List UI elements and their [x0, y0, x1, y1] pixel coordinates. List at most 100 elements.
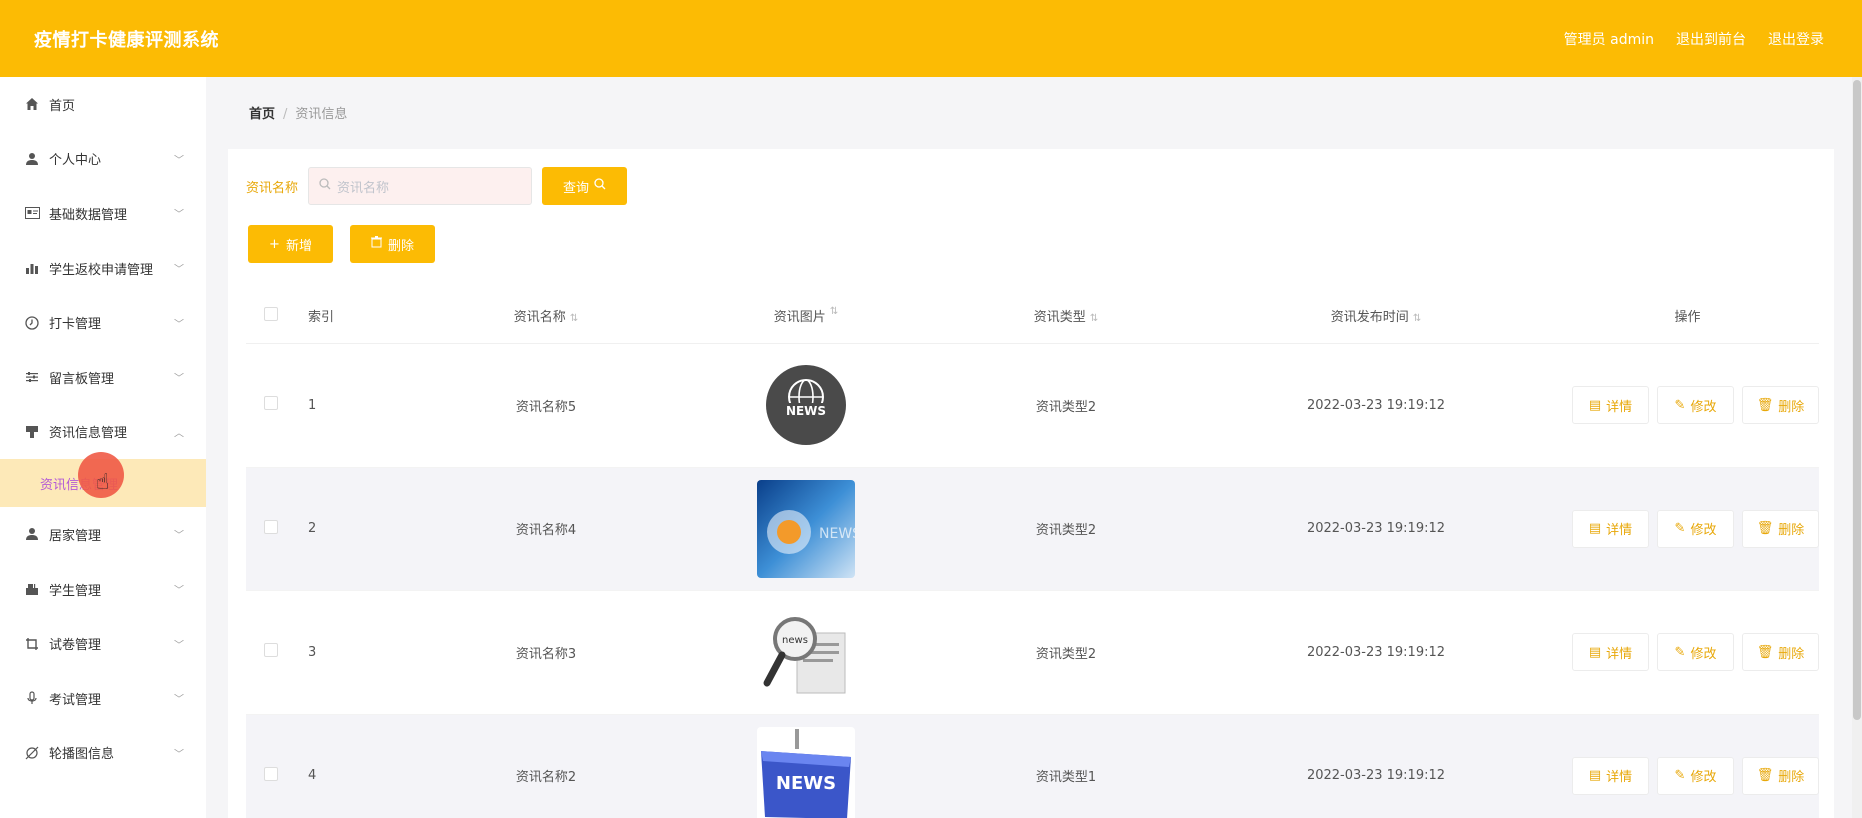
sidebar-item-checkin[interactable]: 打卡管理 ﹀: [0, 295, 206, 350]
sliders-icon: [24, 369, 40, 385]
row-checkbox[interactable]: [264, 643, 278, 658]
news-table: 索引 资讯名称 ⇅ 资讯图片 ⇅ 资讯类型 ⇅ 资讯发布时间 ⇅ 操作 1 资讯名称5 …: [246, 288, 1819, 818]
mailbox-icon: [24, 581, 40, 597]
batch-delete-button[interactable]: 删除: [350, 225, 435, 263]
cell-name: 资讯名称2: [515, 770, 577, 786]
logout-link[interactable]: 退出登录: [1768, 29, 1824, 49]
select-all-checkbox[interactable]: [264, 306, 278, 321]
news-thumbnail[interactable]: NEWS: [757, 726, 855, 818]
sidebar-item-label: 留言板管理: [49, 371, 115, 387]
row-checkbox[interactable]: [264, 519, 278, 534]
back-to-frontend-link[interactable]: 退出到前台: [1676, 29, 1746, 49]
cell-type: 资讯类型1: [1035, 770, 1097, 786]
edit-button[interactable]: ✎ 修改: [1657, 509, 1734, 548]
search-icon: [319, 178, 331, 194]
sidebar-item-personal-center[interactable]: 个人中心 ﹀: [0, 132, 206, 187]
sidebar: 首页 个人中心 ﹀ 基础数据管理 ﹀ 学生返校申请管理 ﹀ 打卡管理 ﹀ 留言板…: [0, 77, 206, 818]
sidebar-item-return-application[interactable]: 学生返校申请管理 ﹀: [0, 241, 206, 296]
cell-name: 资讯名称3: [515, 646, 577, 662]
sort-icon: ⇅: [829, 306, 839, 317]
sort-icon: ⇅: [569, 313, 579, 324]
slash-icon: [24, 745, 40, 761]
news-icon: [24, 424, 40, 440]
cell-time: 2022-03-23 19:19:12: [1306, 644, 1446, 660]
sidebar-item-exam-paper[interactable]: 试卷管理 ﹀: [0, 616, 206, 671]
document-icon: ▤: [1588, 644, 1602, 660]
sidebar-item-student[interactable]: 学生管理 ﹀: [0, 562, 206, 617]
search-button[interactable]: 查询: [542, 167, 628, 205]
svg-text:news: news: [782, 635, 808, 646]
edit-button[interactable]: ✎ 修改: [1657, 386, 1734, 425]
news-thumbnail[interactable]: NEWS: [757, 479, 855, 578]
chevron-down-icon: ﹀: [174, 155, 184, 167]
crop-icon: [24, 636, 40, 652]
news-thumbnail[interactable]: news: [757, 603, 855, 702]
column-header-index: 索引: [308, 310, 335, 325]
scrollbar-thumb[interactable]: [1853, 80, 1861, 720]
header-links: 管理员 admin 退出到前台 退出登录: [1564, 29, 1824, 49]
mic-icon: [24, 690, 40, 706]
hand-cursor-icon: ☝: [96, 470, 110, 495]
table-header: 索引 资讯名称 ⇅ 资讯图片 ⇅ 资讯类型 ⇅ 资讯发布时间 ⇅ 操作: [246, 288, 1819, 344]
sidebar-item-carousel[interactable]: 轮播图信息 ﹀: [0, 726, 206, 781]
sidebar-item-label: 试卷管理: [49, 638, 102, 654]
cell-time: 2022-03-23 19:19:12: [1306, 768, 1446, 784]
cell-name: 资讯名称5: [515, 399, 577, 415]
detail-button[interactable]: ▤ 详情: [1572, 386, 1649, 425]
column-header-actions: 操作: [1674, 310, 1701, 325]
detail-button[interactable]: ▤ 详情: [1572, 509, 1649, 548]
cell-type: 资讯类型2: [1035, 399, 1097, 415]
sidebar-item-message-board[interactable]: 留言板管理 ﹀: [0, 350, 206, 405]
chevron-up-icon: ︿: [174, 428, 184, 440]
clock-icon: [24, 315, 40, 331]
detail-button[interactable]: ▤ 详情: [1572, 756, 1649, 795]
app-title: 疫情打卡健康评测系统: [34, 29, 219, 51]
document-icon: ▤: [1588, 397, 1602, 413]
cell-index: 4: [308, 768, 317, 784]
trash-icon: 🗑: [1756, 397, 1774, 413]
sidebar-item-label: 首页: [49, 98, 76, 114]
chevron-down-icon: ﹀: [174, 530, 184, 542]
breadcrumb-separator: /: [283, 107, 288, 122]
add-button[interactable]: + 新增: [248, 225, 333, 263]
edit-button[interactable]: ✎ 修改: [1657, 756, 1734, 795]
admin-user-link[interactable]: 管理员 admin: [1564, 29, 1654, 49]
table-row: 3 资讯名称3 news 资讯类型2 2022-03-23 19:19:12 ▤…: [246, 591, 1819, 715]
sidebar-item-basic-data[interactable]: 基础数据管理 ﹀: [0, 186, 206, 241]
column-header-name[interactable]: 资讯名称 ⇅: [416, 306, 676, 325]
detail-button[interactable]: ▤ 详情: [1572, 633, 1649, 672]
column-header-type[interactable]: 资讯类型 ⇅: [936, 306, 1196, 325]
delete-button[interactable]: 🗑 删除: [1742, 386, 1819, 425]
column-header-time[interactable]: 资讯发布时间 ⇅: [1196, 306, 1556, 325]
delete-button[interactable]: 🗑 删除: [1742, 756, 1819, 795]
column-header-image[interactable]: 资讯图片 ⇅: [676, 306, 936, 325]
chevron-down-icon: ﹀: [174, 209, 184, 221]
search-bar: 资讯名称 资讯名称 查询: [246, 167, 628, 205]
cell-name: 资讯名称4: [515, 523, 577, 539]
delete-button[interactable]: 🗑 删除: [1742, 509, 1819, 548]
table-row: 1 资讯名称5 NEWS 资讯类型2 2022-03-23 19:19:12 ▤…: [246, 344, 1819, 468]
sidebar-item-label: 考试管理: [49, 692, 102, 708]
news-thumbnail[interactable]: NEWS: [757, 356, 855, 455]
cell-index: 1: [308, 397, 317, 413]
row-checkbox[interactable]: [264, 396, 278, 411]
sidebar-item-exam[interactable]: 考试管理 ﹀: [0, 671, 206, 726]
chevron-down-icon: ﹀: [174, 640, 184, 652]
sidebar-item-label: 个人中心: [49, 153, 102, 169]
top-header: 疫情打卡健康评测系统 管理员 admin 退出到前台 退出登录: [0, 0, 1862, 77]
sidebar-item-home-isolation[interactable]: 居家管理 ﹀: [0, 507, 206, 562]
edit-button[interactable]: ✎ 修改: [1657, 633, 1734, 672]
user-icon: [24, 526, 40, 542]
delete-button[interactable]: 🗑 删除: [1742, 633, 1819, 672]
svg-text:NEWS: NEWS: [776, 773, 836, 794]
add-button-label: 新增: [285, 238, 312, 254]
search-input[interactable]: 资讯名称: [308, 167, 533, 205]
sidebar-item-home[interactable]: 首页: [0, 77, 206, 132]
breadcrumb-home[interactable]: 首页: [249, 107, 275, 122]
pencil-icon: ✎: [1674, 521, 1686, 537]
main-content: 首页 / 资讯信息 资讯名称 资讯名称 查询 + 新增 删除 索引 资讯名称 ⇅…: [206, 77, 1862, 818]
sidebar-item-label: 打卡管理: [49, 317, 102, 333]
sidebar-item-news-management[interactable]: 资讯信息管理 ︿: [0, 405, 206, 460]
sidebar-item-label: 资讯信息管理: [49, 426, 128, 442]
row-checkbox[interactable]: [264, 766, 278, 781]
